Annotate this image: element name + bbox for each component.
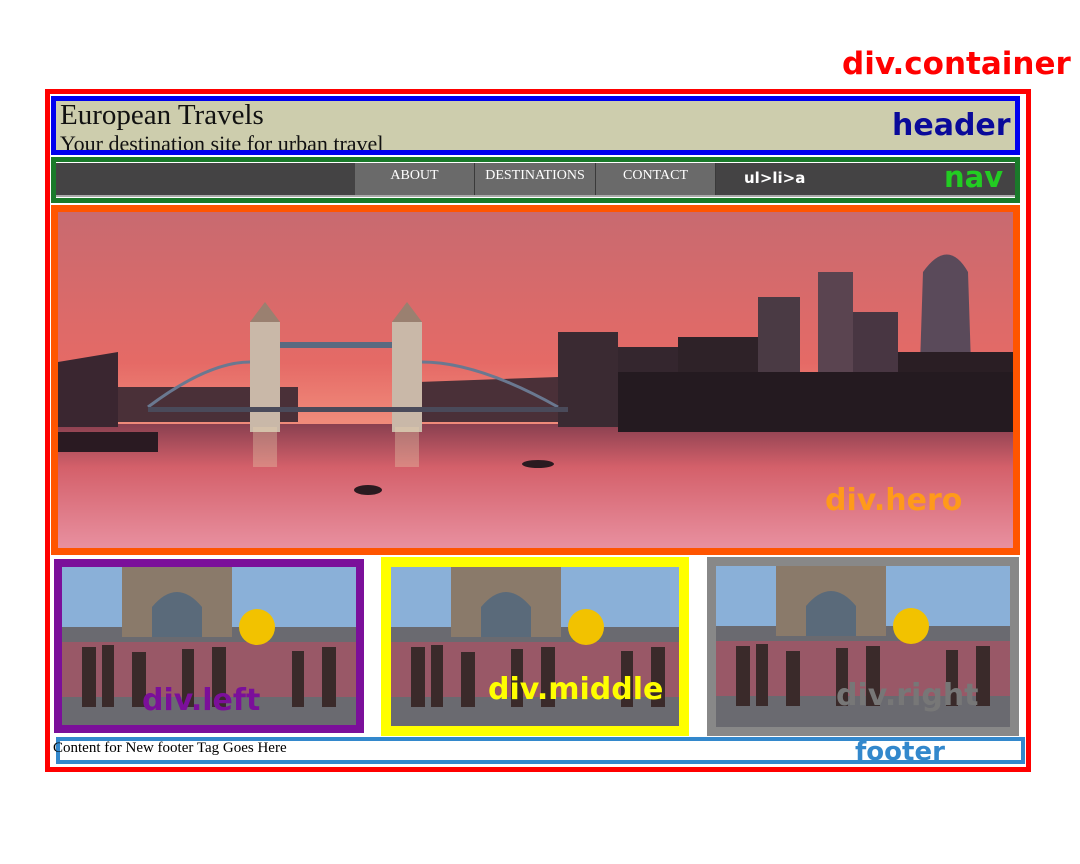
- nav-annotation: nav: [944, 160, 1004, 194]
- nav-link-contact[interactable]: CONTACT: [596, 163, 716, 195]
- nav-selector-note: ul>li>a: [744, 169, 806, 187]
- middle-column: div.middle: [381, 557, 689, 736]
- right-annotation: div.right: [836, 678, 979, 713]
- nav-link-about[interactable]: ABOUT: [355, 163, 475, 195]
- site-subtitle: Your destination site for urban travel: [60, 131, 384, 155]
- nav-link-destinations[interactable]: DESTINATIONS: [475, 163, 596, 195]
- header-annotation: header: [892, 108, 1011, 143]
- middle-annotation: div.middle: [488, 672, 664, 707]
- site-title: European Travels: [60, 99, 264, 131]
- footer-annotation: footer: [855, 737, 945, 767]
- nav-underline: [56, 195, 1015, 197]
- container-annotation: div.container: [842, 46, 1071, 82]
- hero-section: div.hero: [51, 205, 1020, 555]
- left-column: div.left: [54, 559, 364, 733]
- right-column: div.right: [707, 557, 1019, 736]
- left-annotation: div.left: [142, 683, 261, 718]
- hero-annotation: div.hero: [825, 483, 963, 518]
- footer-text: Content for New footer Tag Goes Here: [53, 740, 287, 756]
- site-header: European Travels Your destination site f…: [51, 96, 1020, 155]
